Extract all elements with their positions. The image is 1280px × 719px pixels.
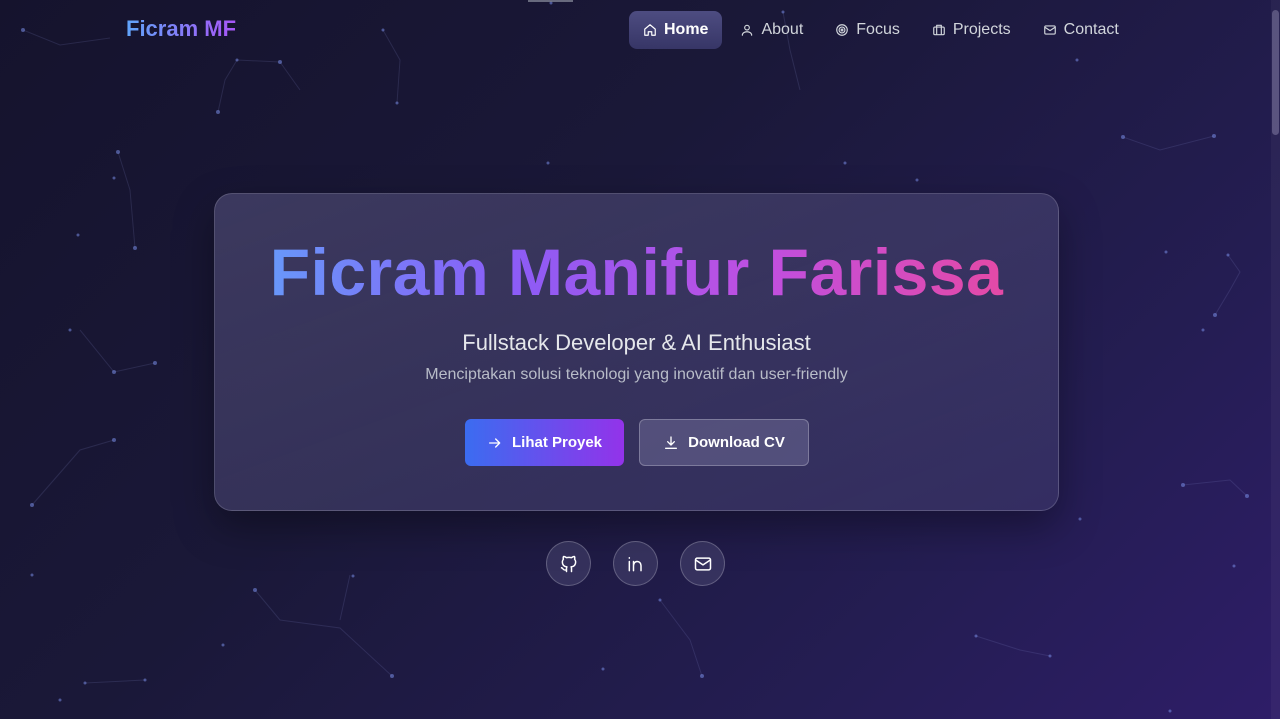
nav-item-label: Contact [1063,21,1119,38]
target-icon [836,24,849,36]
site-logo[interactable]: Ficram MF [126,16,236,42]
nav-item-label: Projects [952,21,1011,38]
hero-tagline: Menciptakan solusi teknologi yang inovat… [425,366,848,383]
nav-item-label: Focus [856,21,900,38]
download-cv-label: Download CV [688,434,785,451]
main-nav: Home About Focus Projects Contact [629,11,1137,49]
home-icon [644,24,656,36]
nav-item-home[interactable]: Home [629,11,723,49]
download-cv-button[interactable]: Download CV [639,419,809,466]
mail-icon [1043,25,1056,35]
email-link[interactable] [680,541,725,586]
github-link[interactable] [546,541,591,586]
nav-item-contact[interactable]: Contact [1029,11,1133,49]
mail-icon [694,556,711,571]
nav-item-focus[interactable]: Focus [821,11,914,49]
nav-item-about[interactable]: About [726,11,817,49]
view-projects-label: Lihat Proyek [511,434,603,451]
social-links [546,541,725,586]
hero-title: Ficram Manifur Farissa [215,234,1058,310]
nav-item-label: About [761,21,804,38]
github-icon [560,555,576,572]
hero-card: Ficram Manifur Farissa Fullstack Develop… [214,193,1059,511]
user-icon [742,24,753,36]
scrollbar[interactable] [1271,0,1280,719]
hero-subtitle: Fullstack Developer & AI Enthusiast [462,330,811,355]
arrow-right-icon [488,437,501,448]
linkedin-icon [628,556,642,571]
briefcase-icon [933,24,945,36]
site-header: Ficram MF Home About Focus Projects Cont… [0,0,1280,60]
nav-item-projects[interactable]: Projects [918,11,1025,49]
download-icon [665,435,678,449]
nav-item-label: Home [664,21,709,38]
scrollbar-thumb[interactable] [1272,10,1279,135]
linkedin-link[interactable] [613,541,658,586]
view-projects-button[interactable]: Lihat Proyek [465,419,624,466]
